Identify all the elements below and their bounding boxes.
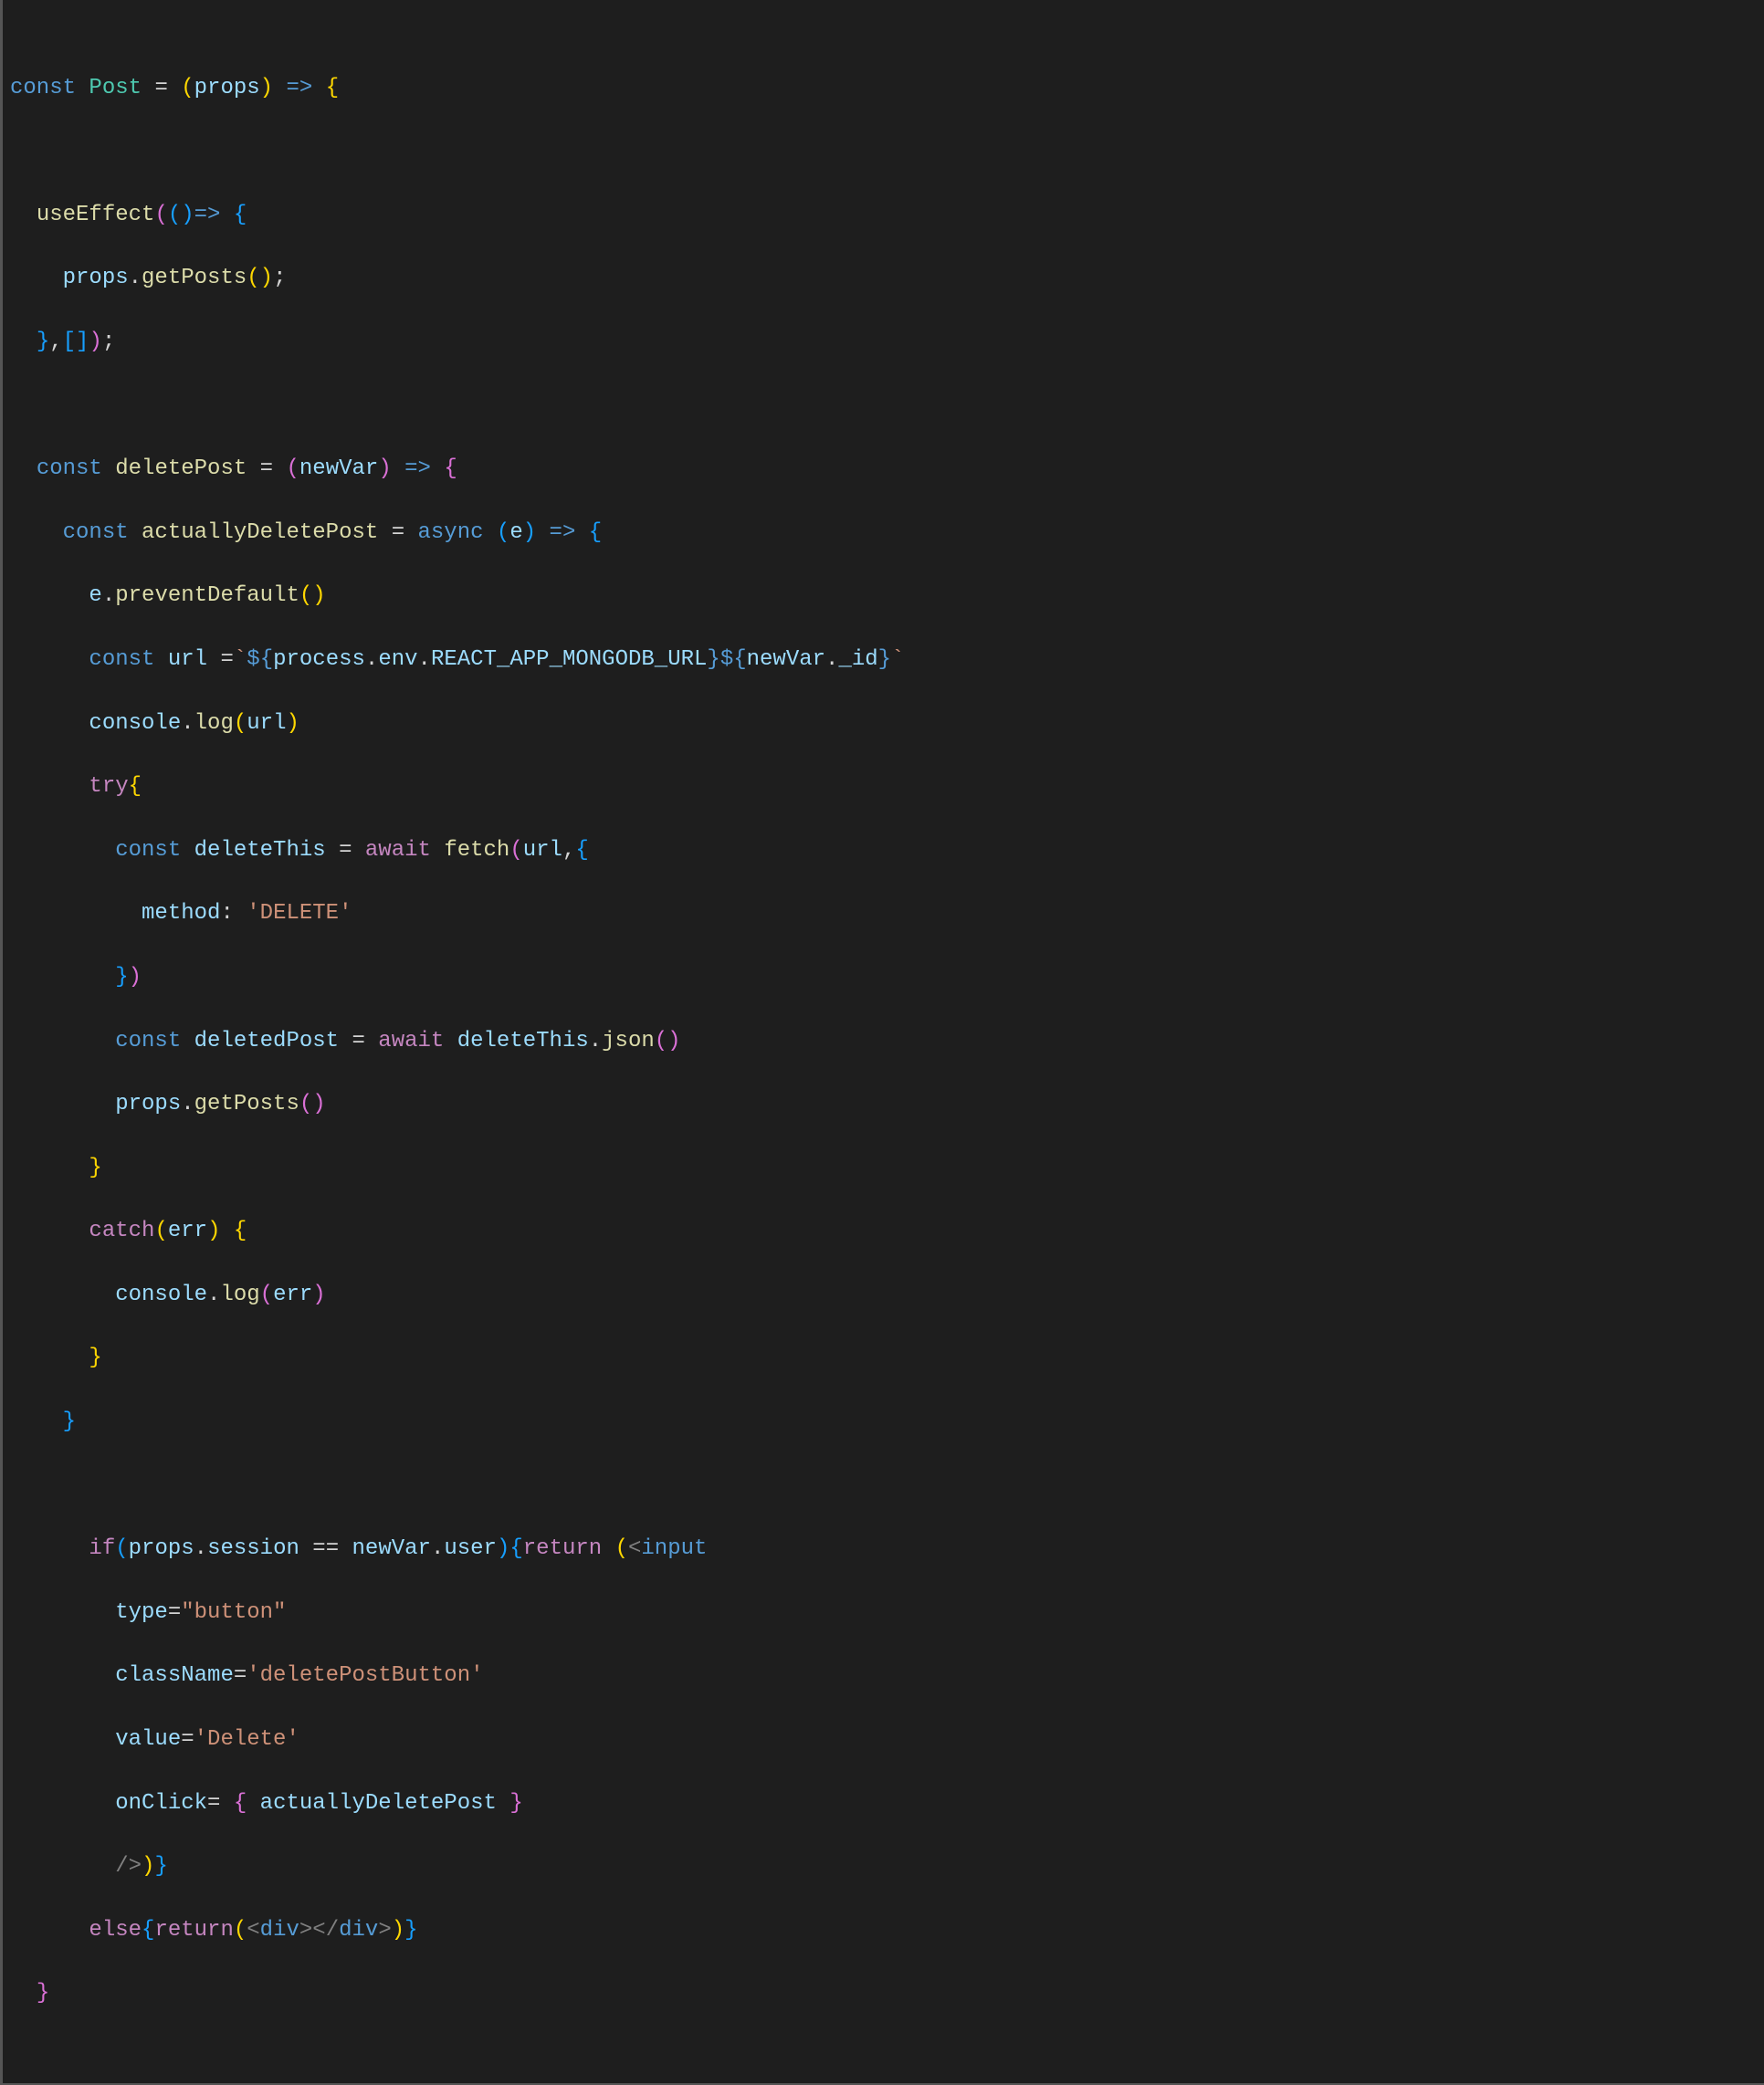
code-line xyxy=(10,1471,1764,1503)
code-block: const Post = (props) => { useEffect(()=>… xyxy=(10,41,1764,2042)
code-line: useEffect(()=> { xyxy=(10,200,1764,232)
code-line: const actuallyDeletePost = async (e) => … xyxy=(10,518,1764,550)
code-line: console.log(url) xyxy=(10,708,1764,740)
code-line: method: 'DELETE' xyxy=(10,898,1764,930)
code-line: const Post = (props) => { xyxy=(10,73,1764,105)
code-line: console.log(err) xyxy=(10,1280,1764,1312)
code-line: } xyxy=(10,1407,1764,1439)
code-line: try{ xyxy=(10,771,1764,803)
code-line: props.getPosts(); xyxy=(10,263,1764,295)
code-line: catch(err) { xyxy=(10,1216,1764,1248)
code-line xyxy=(10,391,1764,423)
code-editor[interactable]: const Post = (props) => { useEffect(()=>… xyxy=(0,0,1764,2085)
code-line: onClick= { actuallyDeletePost } xyxy=(10,1788,1764,1820)
code-line: } xyxy=(10,1343,1764,1375)
code-line: const deletePost = (newVar) => { xyxy=(10,454,1764,486)
code-line: type="button" xyxy=(10,1598,1764,1629)
code-line: if(props.session == newVar.user){return … xyxy=(10,1534,1764,1566)
code-line: }) xyxy=(10,962,1764,994)
code-line: />)} xyxy=(10,1851,1764,1883)
code-line xyxy=(10,136,1764,168)
code-line: else{return(<div></div>)} xyxy=(10,1915,1764,1947)
code-line: e.preventDefault() xyxy=(10,581,1764,613)
code-line: const deletedPost = await deleteThis.jso… xyxy=(10,1026,1764,1058)
code-line: } xyxy=(10,1978,1764,2010)
code-line: props.getPosts() xyxy=(10,1089,1764,1121)
code-line: const deleteThis = await fetch(url,{ xyxy=(10,835,1764,867)
code-line: className='deletePostButton' xyxy=(10,1661,1764,1692)
code-line: const url =`${process.env.REACT_APP_MONG… xyxy=(10,644,1764,676)
code-line: },[]); xyxy=(10,327,1764,359)
code-line: value='Delete' xyxy=(10,1724,1764,1756)
code-line: } xyxy=(10,1153,1764,1185)
